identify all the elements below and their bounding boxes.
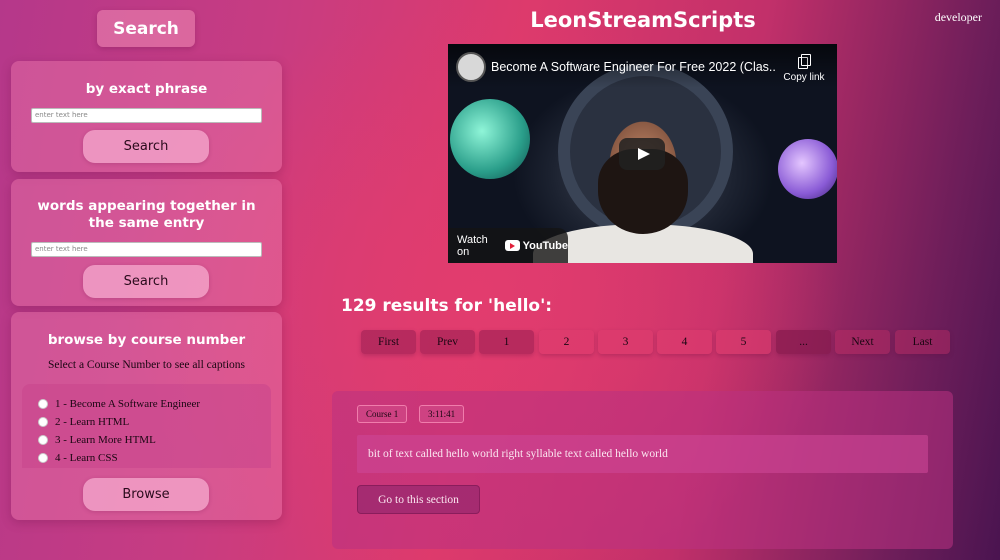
developer-link[interactable]: developer xyxy=(935,10,982,25)
radio-icon[interactable] xyxy=(38,453,48,463)
radio-icon[interactable] xyxy=(38,399,48,409)
page-last-button[interactable]: Last xyxy=(895,330,950,354)
page-ellipsis-button[interactable]: ... xyxy=(776,330,831,354)
timestamp-tag: 3:11:41 xyxy=(419,405,465,423)
exact-phrase-title: by exact phrase xyxy=(85,81,208,97)
page-5-button[interactable]: 5 xyxy=(716,330,771,354)
planet-image xyxy=(778,139,837,199)
exact-phrase-panel: by exact phrase enter text here Search xyxy=(11,61,282,172)
words-together-input[interactable]: enter text here xyxy=(31,242,262,257)
youtube-wordmark: YouTube xyxy=(522,239,568,252)
page-3-button[interactable]: 3 xyxy=(598,330,653,354)
exact-phrase-search-button[interactable]: Search xyxy=(83,130,209,163)
course-option[interactable]: 4 - Learn CSS xyxy=(38,451,118,465)
course-option-label: 3 - Learn More HTML xyxy=(55,434,156,446)
watch-on-youtube-button[interactable]: Watch on YouTube xyxy=(448,228,568,263)
course-option[interactable]: 1 - Become A Software Engineer xyxy=(38,397,200,411)
app-title: LeonStreamScripts xyxy=(530,8,756,32)
radio-icon[interactable] xyxy=(38,435,48,445)
course-list: 1 - Become A Software Engineer 2 - Learn… xyxy=(22,384,271,468)
browse-button[interactable]: Browse xyxy=(83,478,209,511)
copy-link-button[interactable]: Copy link xyxy=(780,54,828,83)
watch-on-label: Watch on xyxy=(457,233,488,258)
planet-image xyxy=(450,99,530,179)
copy-link-label: Copy link xyxy=(783,72,825,83)
youtube-icon xyxy=(504,240,520,251)
video-player[interactable]: Become A Software Engineer For Free 2022… xyxy=(448,44,837,263)
page-next-button[interactable]: Next xyxy=(835,330,890,354)
youtube-logo: YouTube xyxy=(504,239,568,252)
page-1-button[interactable]: 1 xyxy=(479,330,534,354)
video-title[interactable]: Become A Software Engineer For Free 2022… xyxy=(491,60,776,74)
course-tag: Course 1 xyxy=(357,405,408,423)
go-to-section-button[interactable]: Go to this section xyxy=(357,485,480,514)
words-together-title: words appearing together in the same ent… xyxy=(37,198,256,231)
copy-icon xyxy=(798,54,811,69)
course-option-label: 4 - Learn CSS xyxy=(55,452,118,464)
course-option-label: 2 - Learn HTML xyxy=(55,416,130,428)
caption-snippet: bit of text called hello world right syl… xyxy=(357,435,928,473)
course-option[interactable]: 3 - Learn More HTML xyxy=(38,433,156,447)
course-option[interactable]: 2 - Learn HTML xyxy=(38,415,129,429)
exact-phrase-input[interactable]: enter text here xyxy=(31,108,262,123)
page-4-button[interactable]: 4 xyxy=(657,330,712,354)
results-heading: 129 results for 'hello': xyxy=(341,296,553,316)
words-together-search-button[interactable]: Search xyxy=(83,265,209,298)
browse-course-subtitle: Select a Course Number to see all captio… xyxy=(47,359,246,371)
play-icon[interactable] xyxy=(619,138,665,170)
course-option-label: 1 - Become A Software Engineer xyxy=(55,398,201,410)
result-card: Course 1 3:11:41 bit of text called hell… xyxy=(332,391,953,549)
page-first-button[interactable]: First xyxy=(361,330,416,354)
words-together-panel: words appearing together in the same ent… xyxy=(11,179,282,306)
radio-icon[interactable] xyxy=(38,417,48,427)
search-nav-button[interactable]: Search xyxy=(97,10,195,47)
browse-course-panel: browse by course number Select a Course … xyxy=(11,312,282,520)
page-prev-button[interactable]: Prev xyxy=(420,330,475,354)
browse-course-title: browse by course number xyxy=(47,332,246,348)
page-2-button[interactable]: 2 xyxy=(539,330,594,354)
channel-avatar[interactable] xyxy=(456,52,486,82)
